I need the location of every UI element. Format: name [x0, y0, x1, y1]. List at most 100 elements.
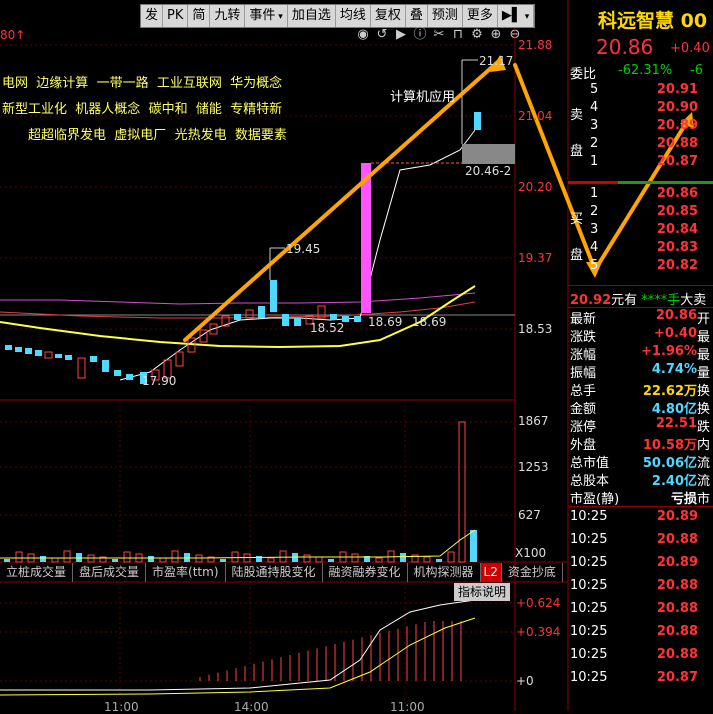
- order-price: 20.87: [656, 154, 698, 169]
- stat-tail: 内: [697, 438, 711, 453]
- time-label: 14:00: [234, 700, 269, 714]
- stat-row: 外盘 10.58万内: [570, 434, 713, 453]
- stat-value: +0.40: [654, 326, 697, 341]
- price-axis-tick: 19.37: [518, 251, 553, 265]
- tick-row: 10:25 20.87: [570, 670, 700, 693]
- stat-value: 22.62万: [642, 384, 697, 399]
- order-price: 20.84: [656, 222, 698, 237]
- price-axis-tick: 20.20: [518, 180, 553, 194]
- weibi-value: -62.31%: [618, 63, 673, 78]
- indicator-tab[interactable]: 资金抄底: [502, 563, 563, 582]
- indicator-help-button[interactable]: 指标说明: [454, 583, 510, 601]
- stat-value: 22.51: [655, 416, 697, 431]
- order-ratio-bar-red: [568, 181, 618, 184]
- tick-price: 20.87: [656, 670, 698, 685]
- order-row: 2 20.85: [570, 204, 700, 224]
- stock-name: 科远智慧 00: [598, 10, 708, 32]
- candle: [65, 355, 72, 360]
- order-row: 5 20.91: [570, 82, 700, 102]
- volume-bar: [303, 554, 311, 563]
- candle: [102, 360, 109, 372]
- tick-time: 10:25: [570, 601, 608, 616]
- order-price: 20.83: [656, 240, 698, 255]
- stat-key: 涨跌: [570, 330, 597, 345]
- stat-row: 市盈(静) 亏损市: [570, 488, 713, 507]
- industry-tag: 计算机应用: [390, 90, 456, 105]
- tick-row: 10:25 20.88: [570, 601, 700, 624]
- candle: [354, 316, 361, 322]
- stat-key: 最新: [570, 312, 597, 327]
- indicator-tab[interactable]: 市盈率(ttm): [146, 563, 226, 582]
- volume-bar: [436, 559, 442, 562]
- order-price: 20.88: [656, 136, 698, 151]
- order-level: 2: [590, 204, 599, 219]
- stat-value: 亏损: [670, 492, 697, 507]
- candle: [35, 350, 42, 356]
- order-level: 3: [590, 222, 599, 237]
- volume-bar: [51, 557, 59, 563]
- candle: [175, 351, 184, 367]
- volume-axis-tick: 1253: [518, 460, 549, 474]
- candle: [55, 354, 62, 358]
- candle: [270, 280, 277, 312]
- time-label: 11:00: [390, 700, 425, 714]
- stat-row: 总股本 2.40亿流: [570, 470, 713, 489]
- price-gridlines: [0, 44, 515, 711]
- time-label: 11:00: [104, 700, 139, 714]
- indicator-tab[interactable]: 机构探测器: [408, 563, 481, 582]
- volume-bar: [148, 556, 154, 562]
- volume-bar: [159, 557, 167, 563]
- indicator-tab[interactable]: 陆股通持股变化: [226, 563, 323, 582]
- tick-price: 20.88: [656, 601, 698, 616]
- candle: [90, 356, 97, 362]
- indicator-tab[interactable]: L2: [480, 563, 502, 582]
- indicator-axis-tick: +0: [516, 674, 534, 688]
- volume-bar: [400, 553, 406, 562]
- indicator-tab[interactable]: 融资融券变化: [323, 563, 408, 582]
- order-price: 20.85: [656, 204, 698, 219]
- order-price: 20.90: [656, 100, 698, 115]
- candle: [474, 112, 481, 130]
- order-row: 3 20.84: [570, 222, 700, 242]
- volume-axis-tick: 1867: [518, 414, 549, 428]
- order-level: 4: [590, 100, 599, 115]
- volume-bar: [15, 551, 23, 563]
- tick-row: 10:25 20.88: [570, 624, 700, 647]
- stat-key: 总手: [570, 384, 597, 399]
- concept-line-3: 超超临界发电 虚拟电厂 光热发电 数据要素: [28, 128, 287, 143]
- tick-time: 10:25: [570, 647, 608, 662]
- indicator-tabs: 立桩成交量 盘后成交量 市盈率(ttm) 陆股通持股变化 融资融券变化 机构探测器 L2 资金…: [0, 563, 563, 582]
- high-price-label: 21.17: [479, 54, 514, 68]
- indicator-axis-tick: +0.394: [516, 625, 561, 639]
- volume-bar: [423, 556, 431, 563]
- stat-key: 涨幅: [570, 348, 597, 363]
- order-level: 5: [590, 82, 599, 97]
- order-row: 1 20.86: [570, 186, 700, 206]
- stat-tail: 换: [697, 384, 711, 399]
- indicator-tab[interactable]: 盘后成交量: [73, 563, 147, 582]
- volume-spike: [458, 421, 466, 563]
- volume-bar: [267, 557, 275, 563]
- candle: [15, 347, 22, 352]
- tick-price: 20.88: [656, 578, 698, 593]
- price-axis-tick: 18.53: [518, 322, 553, 336]
- candle: [234, 314, 241, 320]
- stat-key: 涨停: [570, 420, 597, 435]
- indicator-axis-tick: +0.624: [516, 596, 561, 610]
- order-row: 1 20.87: [570, 154, 700, 174]
- stat-row: 金额 4.80亿换: [570, 398, 713, 417]
- order-price: 20.89: [656, 118, 698, 133]
- indicator-tab[interactable]: 立桩成交量: [0, 563, 74, 582]
- tick-time: 10:25: [570, 509, 608, 524]
- price-axis-tick: 21.88: [518, 38, 553, 52]
- stat-row: 最新 20.86 开: [570, 308, 713, 327]
- order-level: 1: [590, 186, 599, 201]
- order-level: 1: [590, 154, 599, 169]
- stat-value: 4.80亿: [651, 402, 697, 417]
- candle: [44, 351, 53, 359]
- indicator-line-yellow: [0, 617, 476, 696]
- indicator-bars: [199, 621, 462, 681]
- volume-bar: [220, 559, 226, 562]
- stat-tail: 最: [697, 330, 711, 345]
- stat-tail: 跌: [697, 420, 711, 435]
